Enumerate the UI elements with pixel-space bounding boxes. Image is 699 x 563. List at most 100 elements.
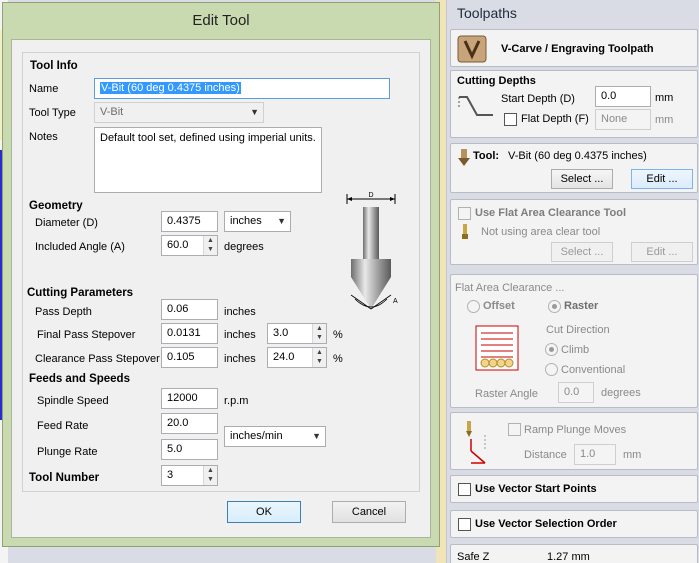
panel-title: Toolpaths [457,5,517,21]
spinner-arrows-icon[interactable]: ▲ ▼ [203,236,217,255]
climb-radio[interactable] [545,343,558,356]
flat-area-tool-checkbox[interactable] [458,207,471,220]
raster-angle-label: Raster Angle [475,388,538,400]
cutting-params-heading: Cutting Parameters [27,287,134,299]
diagram-a-label: A [393,298,398,305]
tool-type-value: V-Bit [100,106,124,118]
start-depth-label: Start Depth (D) [501,93,575,105]
v-carve-icon [457,35,487,63]
name-input[interactable]: V-Bit (60 deg 0.4375 inches) [94,78,390,99]
spindle-speed-input[interactable]: 12000 [161,388,218,409]
area-tool-status: Not using area clear tool [481,226,601,238]
feed-rate-input[interactable]: 20.0 [161,413,218,434]
flat-depth-input[interactable]: None [595,109,651,130]
feeds-speeds-heading: Feeds and Speeds [29,373,130,385]
toolpath-type-label: V-Carve / Engraving Toolpath [501,43,654,55]
spindle-speed-unit: r.p.m [224,395,249,407]
final-stepover-pct-spinner[interactable]: 3.0 ▲ ▼ [267,323,327,344]
plunge-rate-label: Plunge Rate [37,446,98,458]
diameter-input[interactable]: 0.4375 [161,211,218,232]
cut-direction-label: Cut Direction [546,324,610,336]
tool-section: Tool: V-Bit (60 deg 0.4375 inches) Selec… [450,143,698,193]
cancel-button[interactable]: Cancel [332,501,406,523]
conventional-radio[interactable] [545,363,558,376]
clearance-stepover-pct-value: 24.0 [273,351,295,363]
percent-symbol: % [333,329,343,341]
final-stepover-pct-value: 3.0 [273,327,289,339]
start-depth-unit: mm [655,92,674,104]
spinner-arrows-icon[interactable]: ▲ ▼ [312,348,326,367]
name-label: Name [29,83,59,95]
cutting-depths-heading: Cutting Depths [457,75,536,87]
included-angle-value: 60.0 [167,239,189,251]
clearance-stepover-pct-spinner[interactable]: 24.0 ▲ ▼ [267,347,327,368]
final-stepover-input[interactable]: 0.0131 [161,323,218,344]
tool-number-spinner[interactable]: 3 ▲ ▼ [161,465,218,486]
tool-select-button[interactable]: Select ... [551,169,613,189]
rate-unit-value: inches/min [230,430,283,442]
area-tool-select-button[interactable]: Select ... [551,242,613,262]
raster-label: Raster [564,300,599,312]
tool-info-frame: Tool Info Name V-Bit (60 deg 0.4375 inch… [22,52,420,492]
climb-label: Climb [561,344,590,356]
offset-label: Offset [483,300,515,312]
ramp-distance-input[interactable]: 1.0 [574,444,616,465]
chevron-down-icon: ▼ [250,107,259,117]
percent-symbol: % [333,353,343,365]
diagram-d-label: D [368,192,373,199]
plunge-rate-input[interactable]: 5.0 [161,439,218,460]
safe-z-value: 1.27 mm [547,551,590,563]
safe-z-label: Safe Z [457,551,490,563]
included-angle-spinner[interactable]: 60.0 ▲ ▼ [161,235,218,256]
area-tool-edit-button[interactable]: Edit ... [631,242,693,262]
vector-order-section: Use Vector Selection Order [450,510,698,538]
diameter-label: Diameter (D) [35,217,98,229]
vector-start-label: Use Vector Start Points [475,483,597,495]
tool-number-value: 3 [167,469,174,481]
area-tool-icon [462,224,468,239]
ramp-section: Ramp Plunge Moves Distance 1.0 mm [450,412,698,470]
start-depth-input[interactable]: 0.0 [595,86,651,107]
pass-depth-input[interactable]: 0.06 [161,299,218,320]
flat-depth-placeholder: None [601,113,628,125]
raster-pattern-icon [475,325,519,371]
offset-radio[interactable] [467,300,480,313]
rate-unit-select[interactable]: inches/min ▼ [224,426,326,447]
vector-order-checkbox[interactable] [458,518,471,531]
vector-start-checkbox[interactable] [458,483,471,496]
depth-diagram-icon [458,96,493,116]
notes-textarea[interactable]: Default tool set, defined using imperial… [94,127,322,193]
raster-angle-input[interactable]: 0.0 [558,382,594,403]
clearance-stepover-unit: inches [224,353,256,365]
tool-name: V-Bit (60 deg 0.4375 inches) [508,150,647,162]
ok-button[interactable]: OK [227,501,301,523]
dialog-client: Tool Info Name V-Bit (60 deg 0.4375 inch… [11,39,431,538]
clearance-stepover-input[interactable]: 0.105 [161,347,218,368]
spinner-arrows-icon[interactable]: ▲ ▼ [203,466,217,485]
flat-depth-unit: mm [655,114,674,126]
cutting-depths-section: Cutting Depths Start Depth (D) 0.0 mm Fl… [450,70,698,138]
safe-z-section: Safe Z 1.27 mm [450,544,698,563]
flat-area-clearance-section: Flat Area Clearance ... Offset Raster Cu… [450,274,698,408]
diameter-unit-select[interactable]: inches ▼ [224,211,291,232]
tool-number-label: Tool Number [29,472,100,484]
dialog-title[interactable]: Edit Tool [3,3,439,39]
ramp-plunge-checkbox[interactable] [508,423,521,436]
clearance-stepover-label: Clearance Pass Stepover [35,353,160,365]
flat-area-tool-label: Use Flat Area Clearance Tool [475,207,626,219]
final-stepover-label: Final Pass Stepover [37,329,136,341]
conventional-label: Conventional [561,364,626,376]
name-value: V-Bit (60 deg 0.4375 inches) [100,82,241,94]
tool-type-select[interactable]: V-Bit ▼ [94,102,264,123]
flat-depth-checkbox[interactable] [504,113,517,126]
spinner-arrows-icon[interactable]: ▲ ▼ [312,324,326,343]
toolpath-header: V-Carve / Engraving Toolpath [450,29,698,67]
raster-radio[interactable] [548,300,561,313]
tool-type-label: Tool Type [29,107,76,119]
chevron-down-icon: ▼ [277,216,286,226]
flat-area-clearance-heading: Flat Area Clearance ... [455,282,565,294]
edit-tool-dialog: Edit Tool Tool Info Name V-Bit (60 deg 0… [2,2,440,547]
pass-depth-unit: inches [224,306,256,318]
pass-depth-label: Pass Depth [35,306,92,318]
tool-edit-button[interactable]: Edit ... [631,169,693,189]
